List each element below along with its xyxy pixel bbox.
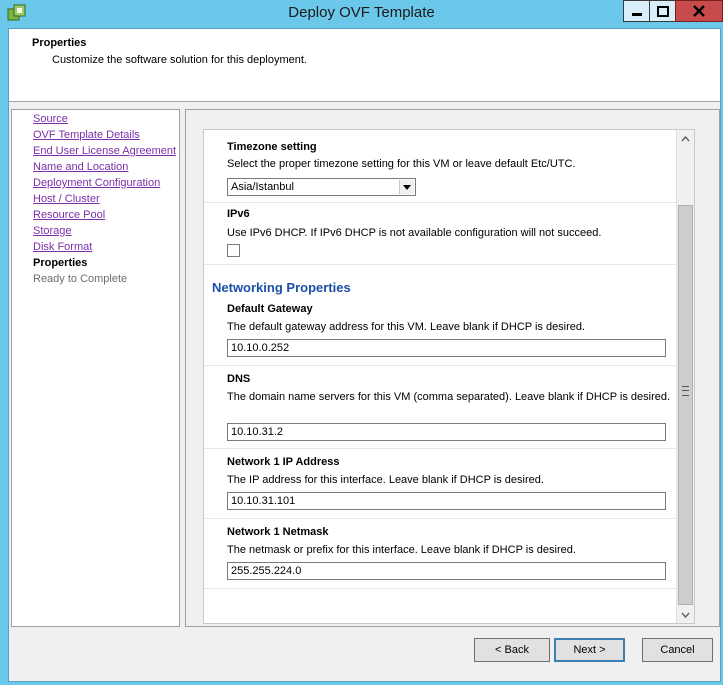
netmask-label: Network 1 Netmask (227, 526, 329, 538)
netmask-input[interactable]: 255.255.224.0 (227, 562, 666, 580)
wizard-steps-nav: Source OVF Template Details End User Lic… (11, 109, 180, 627)
timezone-value: Asia/Istanbul (231, 181, 294, 193)
ip-address-input[interactable]: 10.10.31.101 (227, 492, 666, 510)
timezone-select[interactable]: Asia/Istanbul (227, 178, 416, 196)
ipv6-checkbox[interactable] (227, 244, 240, 257)
networking-properties-title: Networking Properties (212, 280, 351, 295)
scrollbar-thumb[interactable] (678, 205, 693, 605)
scroll-down-icon[interactable] (677, 606, 694, 623)
section-divider (204, 264, 676, 265)
dropdown-arrow-icon (399, 180, 414, 194)
dns-label: DNS (227, 373, 251, 385)
cancel-button[interactable]: Cancel (642, 638, 713, 662)
vertical-scrollbar[interactable] (676, 130, 694, 623)
next-button[interactable]: Next > (554, 638, 625, 662)
maximize-button[interactable] (649, 0, 676, 22)
ip-address-section: Network 1 IP Address The IP address for … (204, 449, 676, 519)
scroll-up-icon[interactable] (677, 130, 694, 147)
wizard-frame: Properties Customize the software soluti… (8, 28, 721, 682)
maximize-icon (656, 5, 669, 17)
ipv6-section: IPv6 Use IPv6 DHCP. If IPv6 DHCP is not … (204, 203, 676, 265)
timezone-label: Timezone setting (227, 141, 317, 153)
nav-item-source[interactable]: Source (33, 113, 68, 125)
title-bar: Deploy OVF Template (0, 0, 723, 28)
nav-item-name-and-location[interactable]: Name and Location (33, 161, 128, 173)
gateway-input[interactable]: 10.10.0.252 (227, 339, 666, 357)
wizard-header: Properties Customize the software soluti… (9, 29, 720, 102)
ip-address-label: Network 1 IP Address (227, 456, 340, 468)
timezone-description: Select the proper timezone setting for t… (227, 158, 576, 170)
page-subtitle: Customize the software solution for this… (52, 54, 307, 66)
nav-item-storage[interactable]: Storage (33, 225, 72, 237)
nav-item-deployment-configuration[interactable]: Deployment Configuration (33, 177, 160, 189)
window-title: Deploy OVF Template (288, 4, 435, 21)
page-title: Properties (32, 37, 87, 49)
netmask-section: Network 1 Netmask The netmask or prefix … (204, 519, 676, 589)
section-divider (204, 588, 676, 589)
ipv6-description: Use IPv6 DHCP. If IPv6 DHCP is not avail… (227, 227, 602, 239)
dns-description: The domain name servers for this VM (com… (227, 391, 671, 403)
netmask-description: The netmask or prefix for this interface… (227, 544, 576, 556)
dns-input[interactable]: 10.10.31.2 (227, 423, 666, 441)
nav-item-ovf-template-details[interactable]: OVF Template Details (33, 129, 140, 141)
nav-item-ready-to-complete: Ready to Complete (33, 273, 128, 285)
nav-item-disk-format[interactable]: Disk Format (33, 241, 92, 253)
minimize-button[interactable] (623, 0, 650, 22)
gateway-label: Default Gateway (227, 303, 313, 315)
close-icon (693, 5, 705, 17)
nav-item-eula[interactable]: End User License Agreement (33, 145, 176, 157)
nav-item-host-cluster[interactable]: Host / Cluster (33, 193, 100, 205)
properties-scroll-pane: Timezone setting Select the proper timez… (203, 129, 695, 624)
dns-section: DNS The domain name servers for this VM … (204, 366, 676, 449)
nav-item-properties: Properties (33, 257, 88, 269)
properties-content: Timezone setting Select the proper timez… (185, 109, 720, 627)
ip-address-description: The IP address for this interface. Leave… (227, 474, 544, 486)
gateway-section: Default Gateway The default gateway addr… (204, 300, 676, 366)
grip-icon (682, 386, 689, 396)
timezone-section: Timezone setting Select the proper timez… (204, 130, 676, 203)
close-button[interactable] (675, 0, 723, 22)
minimize-icon (631, 12, 642, 16)
gateway-description: The default gateway address for this VM.… (227, 321, 586, 333)
back-button[interactable]: < Back (474, 638, 550, 662)
ipv6-label: IPv6 (227, 208, 250, 220)
nav-item-resource-pool[interactable]: Resource Pool (33, 209, 105, 221)
